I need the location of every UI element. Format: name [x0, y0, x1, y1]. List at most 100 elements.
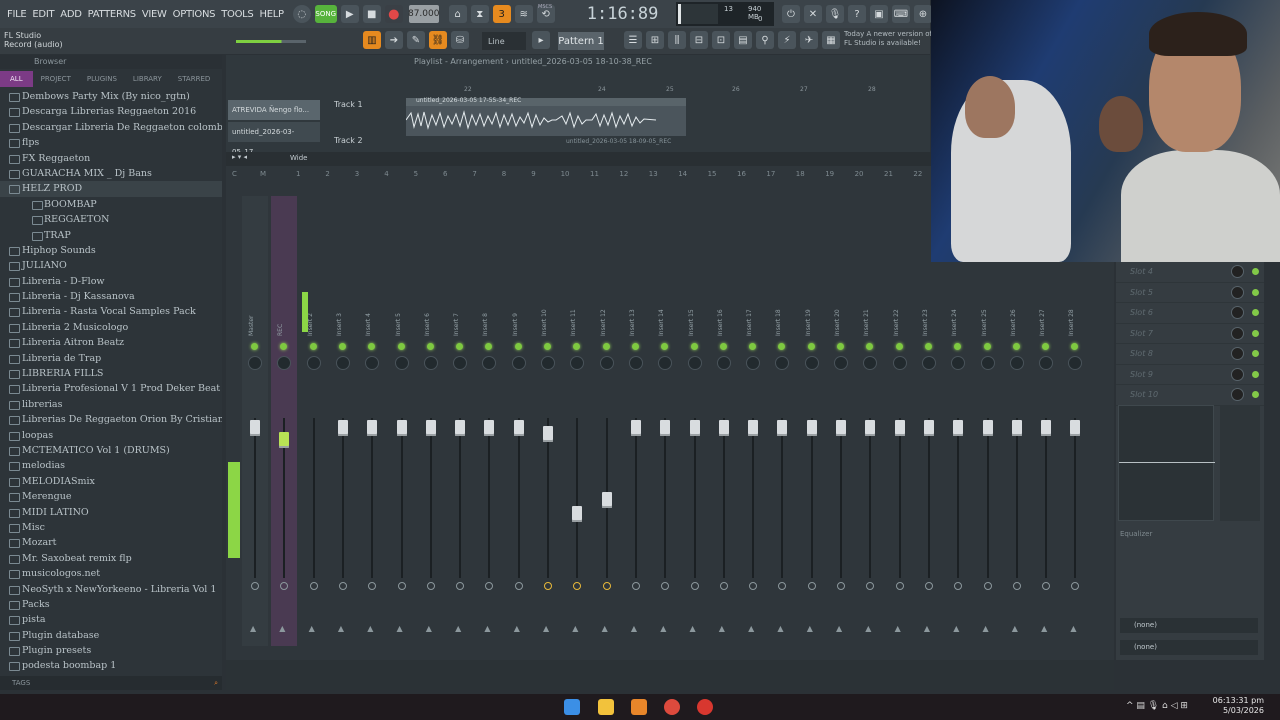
fx-slot[interactable]: Slot 10: [1116, 385, 1264, 406]
route-icon[interactable]: [866, 582, 875, 590]
news-panel[interactable]: Today A newer version of FL Studio is av…: [844, 30, 932, 48]
browser-item[interactable]: loopas: [0, 428, 222, 443]
send-arrow-icon[interactable]: ▲: [602, 624, 608, 633]
strip-enable-led[interactable]: [338, 343, 346, 350]
strip-enable-led[interactable]: [514, 343, 522, 350]
send-arrow-icon[interactable]: ▲: [250, 624, 256, 633]
strip-pan-knob[interactable]: [365, 356, 380, 370]
online-icon[interactable]: ⊕: [914, 5, 932, 23]
strip-enable-led[interactable]: [807, 343, 815, 350]
strip-pan-knob[interactable]: [775, 356, 790, 370]
metronome-icon[interactable]: ⌂: [448, 5, 467, 23]
route-icon[interactable]: [544, 582, 552, 590]
send-arrow-icon[interactable]: ▲: [631, 624, 637, 633]
route-icon[interactable]: [954, 582, 963, 590]
send-arrow-icon[interactable]: ▲: [543, 624, 549, 633]
browser-icon[interactable]: ⊟: [690, 31, 708, 49]
tab-all[interactable]: ALL: [0, 71, 33, 87]
send-arrow-icon[interactable]: ▲: [660, 624, 666, 633]
strip-enable-led[interactable]: [573, 343, 581, 350]
playlist-ruler[interactable]: 22 24 25 26 27 28: [406, 86, 926, 96]
browser-item[interactable]: Librerias De Reggaeton Orion By Cristian…: [0, 412, 222, 427]
strip-enable-led[interactable]: [485, 343, 493, 350]
send-arrow-icon[interactable]: ▲: [455, 624, 461, 633]
route-icon[interactable]: [778, 582, 787, 590]
midi-icon[interactable]: ⌨: [892, 5, 910, 23]
route-icon[interactable]: [426, 582, 435, 590]
mixer-strip[interactable]: Insert 24 ▲: [945, 196, 971, 646]
route-icon[interactable]: [514, 582, 523, 590]
mixer-strip[interactable]: Insert 11 ▲: [564, 196, 590, 646]
menu-tools[interactable]: TOOLS: [218, 9, 256, 20]
strip-pan-knob[interactable]: [658, 356, 673, 370]
route-icon[interactable]: [251, 582, 259, 590]
mixer-strip[interactable]: Insert 21 ▲: [857, 196, 883, 646]
channel-rack-icon[interactable]: ⊞: [646, 31, 664, 49]
browser-item[interactable]: Libreria - Dj Kassanova: [0, 289, 222, 304]
pattern-selector[interactable]: Pattern 1: [558, 32, 604, 50]
strip-pan-knob[interactable]: [277, 356, 292, 370]
browser-item[interactable]: Plugin presets: [0, 643, 222, 658]
send-arrow-icon[interactable]: ▲: [1041, 624, 1047, 633]
browser-item[interactable]: NeoSyth x NewYorkeeno - Libreria Vol 1: [0, 582, 222, 597]
strip-enable-led[interactable]: [778, 343, 786, 350]
route-icon[interactable]: [338, 582, 347, 590]
strip-enable-led[interactable]: [983, 343, 991, 350]
strip-enable-led[interactable]: [719, 343, 727, 350]
volume-fader[interactable]: [689, 420, 700, 436]
reset-icon[interactable]: ⏻: [782, 5, 800, 23]
stamp-icon[interactable]: ⛁: [451, 31, 469, 49]
mixer-strip[interactable]: Insert 7 ▲: [447, 196, 473, 646]
touch-icon[interactable]: ✈: [800, 31, 818, 49]
fx-slot[interactable]: Slot 6: [1116, 303, 1264, 324]
strip-enable-led[interactable]: [631, 343, 639, 350]
mixer-strip[interactable]: Insert 27 ▲: [1033, 196, 1059, 646]
strip-enable-led[interactable]: [426, 343, 434, 350]
mixer-strip[interactable]: Insert 8 ▲: [476, 196, 502, 646]
send-arrow-icon[interactable]: ▲: [748, 624, 754, 633]
mixer-view-label[interactable]: Wide: [290, 154, 307, 162]
strip-enable-led[interactable]: [866, 343, 874, 350]
volume-fader[interactable]: [513, 420, 524, 436]
mixer-strip[interactable]: Insert 14 ▲: [652, 196, 678, 646]
fx-mix-knob[interactable]: [1231, 388, 1244, 401]
fx-enable-led[interactable]: [1252, 268, 1259, 275]
send-arrow-icon[interactable]: ▲: [953, 624, 959, 633]
send-arrow-icon[interactable]: ▲: [983, 624, 989, 633]
track-1-label[interactable]: Track 1: [334, 100, 363, 109]
edison-icon[interactable]: ⚡: [778, 31, 796, 49]
route-icon[interactable]: [1042, 582, 1051, 590]
save-icon[interactable]: ▣: [870, 5, 888, 23]
volume-fader[interactable]: [836, 420, 846, 436]
strip-pan-knob[interactable]: [746, 356, 761, 370]
route-icon[interactable]: [309, 582, 318, 590]
browser-item[interactable]: flps: [0, 135, 222, 150]
volume-fader[interactable]: [543, 426, 553, 442]
browser-item[interactable]: GUARACHA MIX _ Dj Bans: [0, 166, 222, 181]
route-icon[interactable]: [573, 582, 582, 590]
browser-item[interactable]: pista: [0, 612, 222, 627]
pattern-item[interactable]: ATREVIDA Ñengo flo...: [228, 100, 320, 120]
strip-pan-knob[interactable]: [511, 356, 526, 370]
mixer-menu-icon[interactable]: ▸ ▾ ◂: [232, 153, 247, 161]
strip-enable-led[interactable]: [1071, 343, 1079, 350]
strip-pan-knob[interactable]: [306, 356, 321, 370]
strip-pan-knob[interactable]: [394, 356, 409, 370]
volume-fader[interactable]: [425, 420, 436, 436]
piano-roll-icon[interactable]: ▥: [363, 31, 381, 49]
volume-fader[interactable]: [660, 420, 671, 436]
browser-item[interactable]: Dembows Party Mix (By nico_rgtn): [0, 89, 222, 104]
strip-pan-knob[interactable]: [921, 356, 936, 370]
route-icon[interactable]: [719, 582, 728, 590]
help-icon[interactable]: ?: [848, 5, 866, 23]
volume-fader[interactable]: [484, 420, 495, 436]
browser-item[interactable]: melodias: [0, 458, 222, 473]
volume-fader[interactable]: [953, 420, 964, 436]
mixer-strip[interactable]: Insert 4 ▲: [359, 196, 385, 646]
menu-edit[interactable]: EDIT: [29, 9, 57, 20]
route-icon[interactable]: [280, 582, 289, 590]
arrow-icon[interactable]: ➔: [385, 31, 403, 49]
browser-item[interactable]: MIDI LATINO: [0, 505, 222, 520]
mixer-strip[interactable]: Insert 10 ▲: [535, 196, 561, 646]
news-icon[interactable]: ▦: [822, 31, 840, 49]
